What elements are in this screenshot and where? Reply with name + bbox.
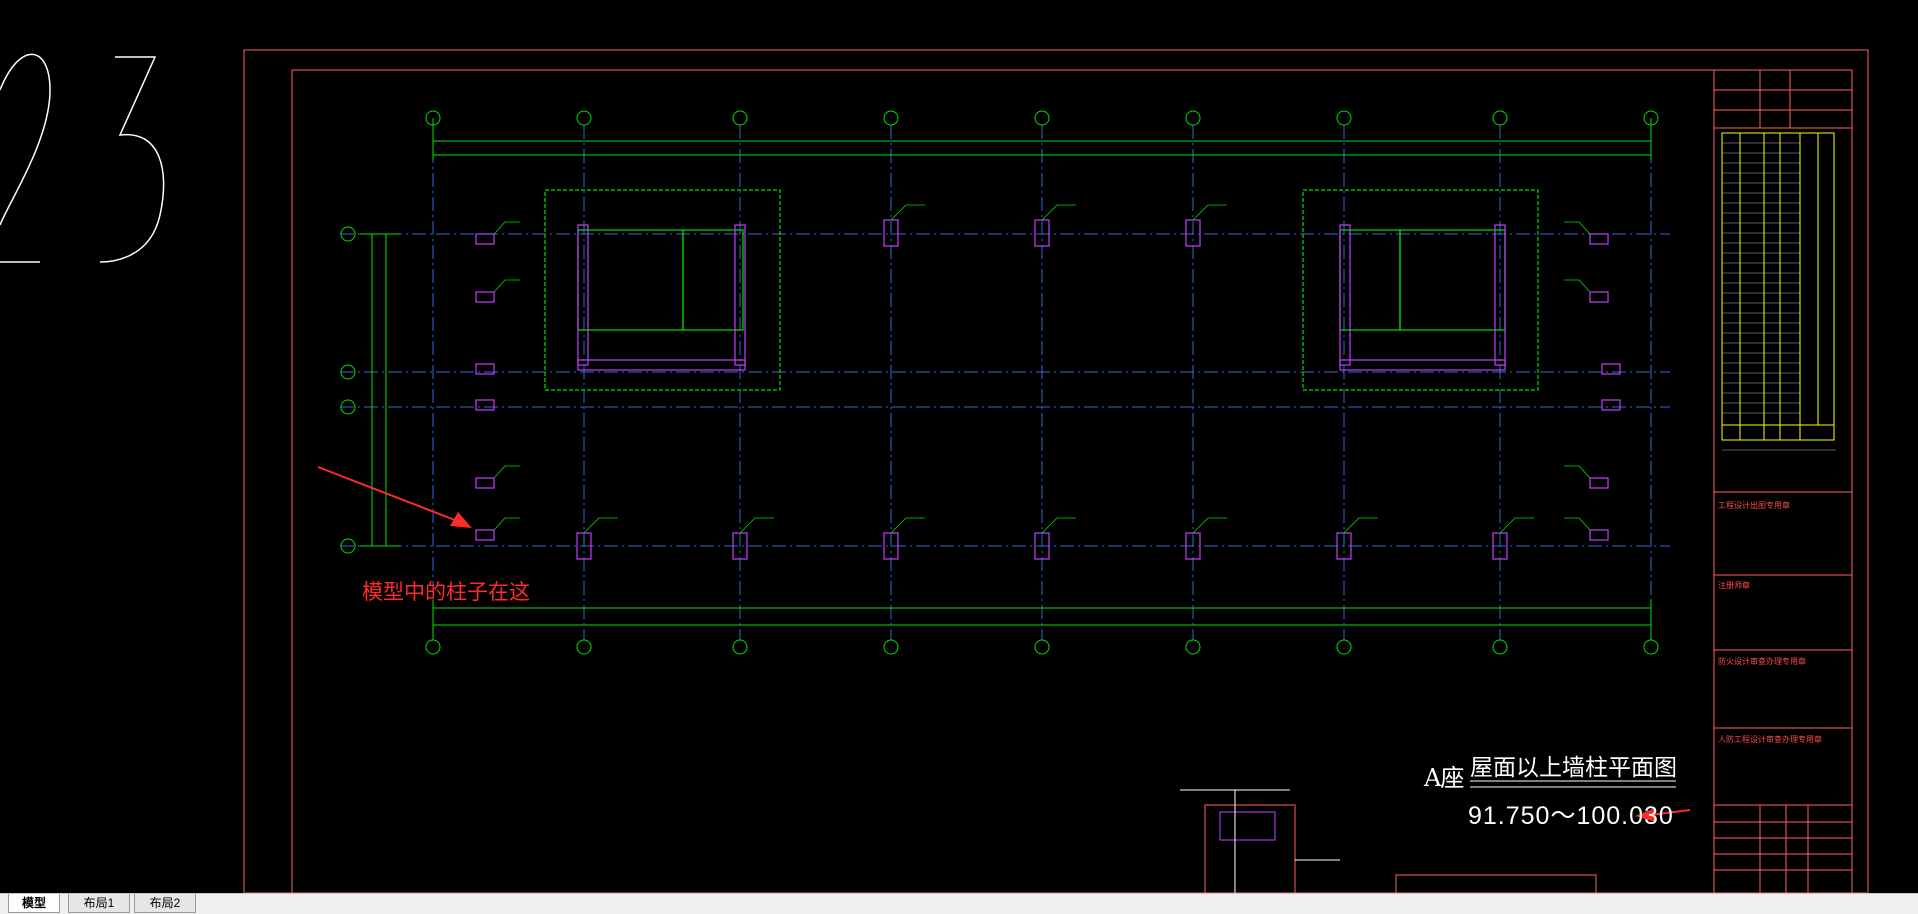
- core-wall-right: [1302, 189, 1539, 391]
- title-block-section-3: 防火设计审查办理专用章: [1718, 657, 1806, 666]
- elevation-schedule: [1721, 132, 1835, 441]
- tab-model[interactable]: 模型: [8, 894, 60, 913]
- building-label: A座: [1424, 764, 1464, 792]
- axis-bubbles-top: [425, 110, 1659, 126]
- large-drawing-number: [0, 53, 165, 263]
- dimension-lines: [360, 118, 1652, 640]
- title-block: [1713, 69, 1853, 893]
- layout-tab-bar: 模型 布局1 布局2: [0, 893, 1918, 914]
- title-block-section-4: 人防工程设计审查办理专用章: [1718, 735, 1822, 744]
- elevation-schedule-rows: [1722, 142, 1836, 451]
- elevation-range: 91.750～100.030: [1468, 802, 1674, 830]
- title-block-section-2: 注册师章: [1718, 581, 1750, 590]
- drawing-title: 屋面以上墙柱平面图: [1470, 755, 1677, 781]
- annotation-text: 模型中的柱子在这: [362, 580, 530, 604]
- core-wall-left: [544, 189, 781, 391]
- axis-bubbles-bottom: [425, 639, 1659, 655]
- annotation-arrow: [317, 466, 472, 528]
- axis-bubbles-left: [340, 226, 356, 554]
- tab-layout1[interactable]: 布局1: [68, 894, 130, 913]
- axis-lines-horizontal: [340, 233, 1670, 547]
- title-block-section-1: 工程设计出图专用章: [1718, 501, 1790, 510]
- tab-layout2[interactable]: 布局2: [134, 894, 196, 913]
- axis-lines-vertical: [432, 125, 1652, 640]
